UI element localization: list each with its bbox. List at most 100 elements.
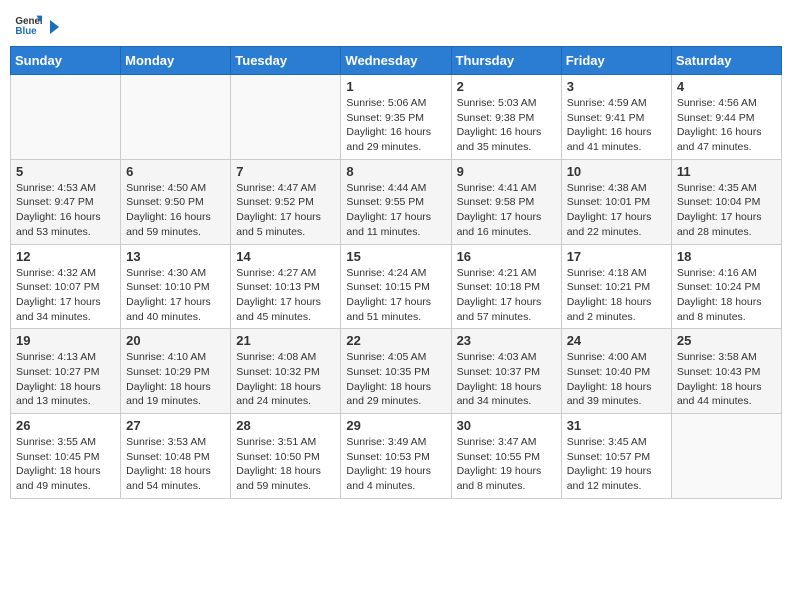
calendar-day-cell [121,75,231,160]
day-info: Sunrise: 4:03 AM Sunset: 10:37 PM Daylig… [457,350,556,409]
day-number: 20 [126,333,225,348]
day-info: Sunrise: 4:38 AM Sunset: 10:01 PM Daylig… [567,181,666,240]
calendar-day-header: Monday [121,47,231,75]
day-info: Sunrise: 4:18 AM Sunset: 10:21 PM Daylig… [567,266,666,325]
calendar-day-header: Tuesday [231,47,341,75]
day-number: 11 [677,164,776,179]
calendar-day-cell: 29Sunrise: 3:49 AM Sunset: 10:53 PM Dayl… [341,414,451,499]
day-number: 26 [16,418,115,433]
calendar-day-header: Saturday [671,47,781,75]
day-info: Sunrise: 4:53 AM Sunset: 9:47 PM Dayligh… [16,181,115,240]
day-info: Sunrise: 3:53 AM Sunset: 10:48 PM Daylig… [126,435,225,494]
calendar-day-cell: 26 Sunrise: 3:55 AM Sunset: 10:45 PM Dayl… [11,414,121,499]
calendar-table: SundayMondayTuesdayWednesdayThursdayFrid… [10,46,782,499]
day-number: 15 [346,249,445,264]
day-info: Sunrise: 4:41 AM Sunset: 9:58 PM Dayligh… [457,181,556,240]
calendar-day-cell: 6 Sunrise: 4:50 AM Sunset: 9:50 PM Daylig… [121,159,231,244]
day-number: 12 [16,249,115,264]
logo-chevron [45,17,63,37]
day-info: Sunrise: 4:50 AM Sunset: 9:50 PM Dayligh… [126,181,225,240]
day-number: 6 [126,164,225,179]
calendar-day-cell: 7 Sunrise: 4:47 AM Sunset: 9:52 PM Daylig… [231,159,341,244]
day-info: Sunrise: 4:13 AM Sunset: 10:27 PM Daylig… [16,350,115,409]
calendar-week-row: 5 Sunrise: 4:53 AM Sunset: 9:47 PM Daylig… [11,159,782,244]
calendar-day-cell [671,414,781,499]
calendar-day-cell: 4Sunrise: 4:56 AM Sunset: 9:44 PM Daylig… [671,75,781,160]
day-number: 29 [346,418,445,433]
day-info: Sunrise: 4:35 AM Sunset: 10:04 PM Daylig… [677,181,776,240]
day-number: 1 [346,79,445,94]
day-info: Sunrise: 4:44 AM Sunset: 9:55 PM Dayligh… [346,181,445,240]
day-info: Sunrise: 4:05 AM Sunset: 10:35 PM Daylig… [346,350,445,409]
day-info: Sunrise: 3:47 AM Sunset: 10:55 PM Daylig… [457,435,556,494]
calendar-day-cell [11,75,121,160]
day-number: 4 [677,79,776,94]
day-number: 25 [677,333,776,348]
calendar-day-cell: 25 Sunrise: 3:58 AM Sunset: 10:43 PM Dayl… [671,329,781,414]
page-header: General Blue [10,10,782,38]
calendar-day-cell: 12 Sunrise: 4:32 AM Sunset: 10:07 PM Dayl… [11,244,121,329]
day-info: Sunrise: 4:00 AM Sunset: 10:40 PM Daylig… [567,350,666,409]
calendar-day-cell: 14 Sunrise: 4:27 AM Sunset: 10:13 PM Dayl… [231,244,341,329]
day-number: 2 [457,79,556,94]
day-info: Sunrise: 4:47 AM Sunset: 9:52 PM Dayligh… [236,181,335,240]
day-number: 17 [567,249,666,264]
calendar-day-cell: 5 Sunrise: 4:53 AM Sunset: 9:47 PM Daylig… [11,159,121,244]
calendar-day-cell: 20 Sunrise: 4:10 AM Sunset: 10:29 PM Dayl… [121,329,231,414]
calendar-day-cell: 30 Sunrise: 3:47 AM Sunset: 10:55 PM Dayl… [451,414,561,499]
calendar-day-cell: 13Sunrise: 4:30 AM Sunset: 10:10 PM Dayl… [121,244,231,329]
calendar-day-cell: 17 Sunrise: 4:18 AM Sunset: 10:21 PM Dayl… [561,244,671,329]
calendar-day-cell [231,75,341,160]
day-number: 23 [457,333,556,348]
calendar-day-header: Friday [561,47,671,75]
day-number: 16 [457,249,556,264]
calendar-day-cell: 1 Sunrise: 5:06 AM Sunset: 9:35 PM Daylig… [341,75,451,160]
logo: General Blue [14,10,64,38]
calendar-day-cell: 23 Sunrise: 4:03 AM Sunset: 10:37 PM Dayl… [451,329,561,414]
day-number: 28 [236,418,335,433]
day-info: Sunrise: 3:55 AM Sunset: 10:45 PM Daylig… [16,435,115,494]
calendar-day-cell: 2 Sunrise: 5:03 AM Sunset: 9:38 PM Daylig… [451,75,561,160]
day-info: Sunrise: 5:03 AM Sunset: 9:38 PM Dayligh… [457,96,556,155]
day-number: 13 [126,249,225,264]
calendar-day-cell: 9Sunrise: 4:41 AM Sunset: 9:58 PM Daylig… [451,159,561,244]
day-number: 7 [236,164,335,179]
day-number: 27 [126,418,225,433]
day-number: 24 [567,333,666,348]
day-info: Sunrise: 4:32 AM Sunset: 10:07 PM Daylig… [16,266,115,325]
day-info: Sunrise: 3:58 AM Sunset: 10:43 PM Daylig… [677,350,776,409]
calendar-day-header: Sunday [11,47,121,75]
day-number: 31 [567,418,666,433]
day-number: 14 [236,249,335,264]
calendar-day-cell: 3Sunrise: 4:59 AM Sunset: 9:41 PM Daylig… [561,75,671,160]
day-info: Sunrise: 3:51 AM Sunset: 10:50 PM Daylig… [236,435,335,494]
day-number: 30 [457,418,556,433]
calendar-week-row: 19 Sunrise: 4:13 AM Sunset: 10:27 PM Dayl… [11,329,782,414]
calendar-week-row: 12 Sunrise: 4:32 AM Sunset: 10:07 PM Dayl… [11,244,782,329]
calendar-day-cell: 16Sunrise: 4:21 AM Sunset: 10:18 PM Dayl… [451,244,561,329]
calendar-day-cell: 15 Sunrise: 4:24 AM Sunset: 10:15 PM Dayl… [341,244,451,329]
calendar-day-cell: 24 Sunrise: 4:00 AM Sunset: 10:40 PM Dayl… [561,329,671,414]
calendar-day-cell: 11 Sunrise: 4:35 AM Sunset: 10:04 PM Dayl… [671,159,781,244]
logo-icon: General Blue [14,10,42,38]
calendar-day-cell: 18Sunrise: 4:16 AM Sunset: 10:24 PM Dayl… [671,244,781,329]
calendar-week-row: 26 Sunrise: 3:55 AM Sunset: 10:45 PM Dayl… [11,414,782,499]
calendar-week-row: 1 Sunrise: 5:06 AM Sunset: 9:35 PM Daylig… [11,75,782,160]
day-number: 8 [346,164,445,179]
day-info: Sunrise: 5:06 AM Sunset: 9:35 PM Dayligh… [346,96,445,155]
day-info: Sunrise: 4:08 AM Sunset: 10:32 PM Daylig… [236,350,335,409]
calendar-day-cell: 10 Sunrise: 4:38 AM Sunset: 10:01 PM Dayl… [561,159,671,244]
day-info: Sunrise: 4:27 AM Sunset: 10:13 PM Daylig… [236,266,335,325]
day-number: 19 [16,333,115,348]
calendar-day-cell: 28 Sunrise: 3:51 AM Sunset: 10:50 PM Dayl… [231,414,341,499]
calendar-day-cell: 22Sunrise: 4:05 AM Sunset: 10:35 PM Dayl… [341,329,451,414]
day-info: Sunrise: 4:10 AM Sunset: 10:29 PM Daylig… [126,350,225,409]
day-number: 3 [567,79,666,94]
day-number: 10 [567,164,666,179]
calendar-day-cell: 27 Sunrise: 3:53 AM Sunset: 10:48 PM Dayl… [121,414,231,499]
day-number: 5 [16,164,115,179]
svg-text:Blue: Blue [15,26,37,37]
day-info: Sunrise: 4:24 AM Sunset: 10:15 PM Daylig… [346,266,445,325]
calendar-day-cell: 21Sunrise: 4:08 AM Sunset: 10:32 PM Dayl… [231,329,341,414]
calendar-day-cell: 19 Sunrise: 4:13 AM Sunset: 10:27 PM Dayl… [11,329,121,414]
